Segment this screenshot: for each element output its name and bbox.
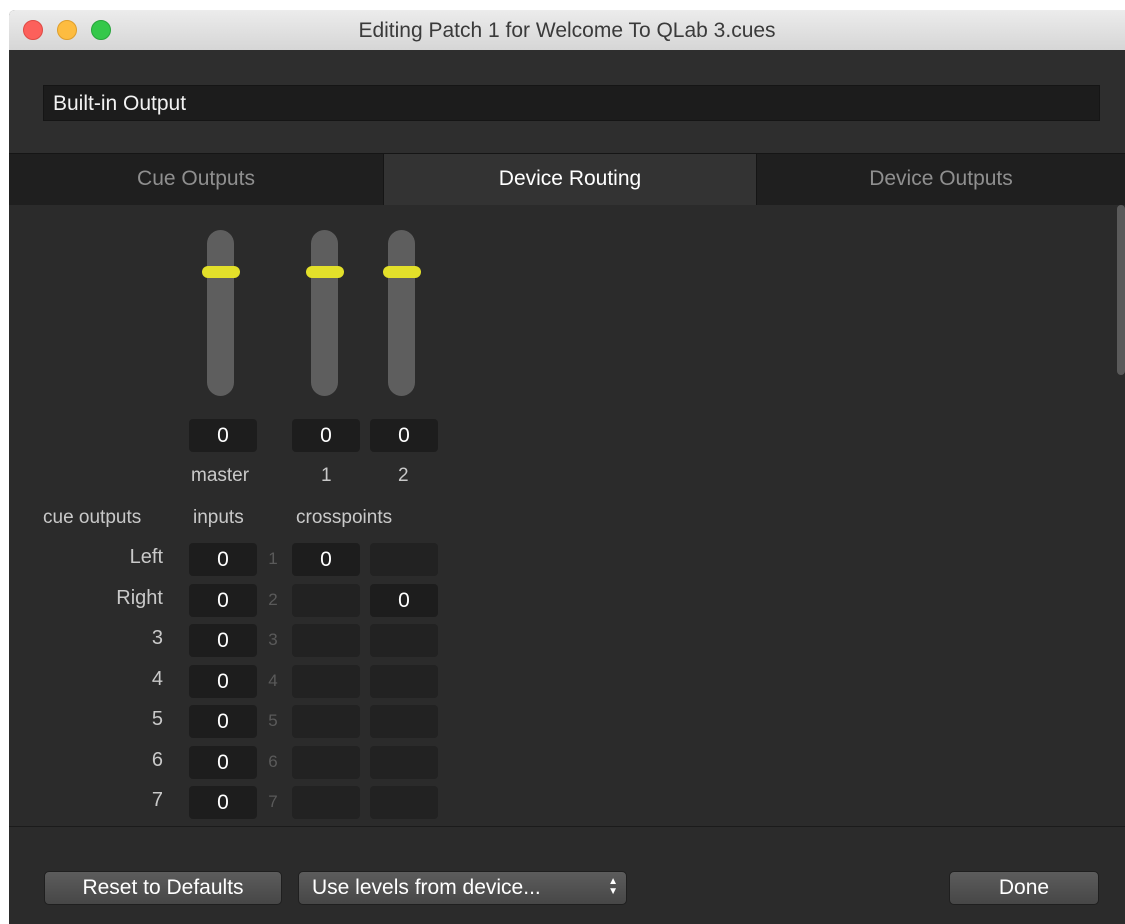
row-number: 5 xyxy=(268,711,278,730)
device-routing-panel xyxy=(9,205,1125,826)
output-1-level-slider[interactable] xyxy=(311,230,338,396)
crosspoint-cell[interactable] xyxy=(292,584,360,617)
row-number: 6 xyxy=(268,752,278,771)
crosspoint-cell[interactable] xyxy=(370,705,438,738)
row-label: 5 xyxy=(151,708,163,730)
crosspoint-cell[interactable] xyxy=(292,746,360,779)
crosspoint-cell[interactable]: 0 xyxy=(370,584,438,617)
levels-source-select[interactable]: Use levels from device... ▲ ▼ xyxy=(298,871,627,905)
output-1-slider-thumb[interactable] xyxy=(306,266,344,278)
tab-device-outputs[interactable]: Device Outputs xyxy=(757,154,1125,206)
crosspoint-cell[interactable] xyxy=(292,786,360,819)
crosspoint-cell[interactable] xyxy=(370,543,438,576)
crosspoint-cell[interactable] xyxy=(292,665,360,698)
bottom-bar: Reset to Defaults Use levels from device… xyxy=(9,826,1125,924)
patch-editor-window: Editing Patch 1 for Welcome To QLab 3.cu… xyxy=(9,10,1125,924)
input-level-field[interactable]: 0 xyxy=(189,705,257,738)
device-name-area: Built-in Output xyxy=(9,50,1125,153)
master-slider-thumb[interactable] xyxy=(202,266,240,278)
output-1-label: 1 xyxy=(321,465,332,486)
input-level-field[interactable]: 0 xyxy=(189,746,257,779)
crosspoint-cell[interactable] xyxy=(370,624,438,657)
window-title: Editing Patch 1 for Welcome To QLab 3.cu… xyxy=(358,19,776,42)
row-number: 2 xyxy=(268,590,278,609)
row-label: 4 xyxy=(151,668,163,690)
row-label: 3 xyxy=(151,627,163,649)
master-level-slider[interactable] xyxy=(207,230,234,396)
inputs-header: inputs xyxy=(193,507,244,528)
output-2-label: 2 xyxy=(398,465,409,486)
done-button[interactable]: Done xyxy=(949,871,1099,905)
output-2-level-slider[interactable] xyxy=(388,230,415,396)
input-level-field[interactable]: 0 xyxy=(189,786,257,819)
crosspoint-cell[interactable] xyxy=(292,705,360,738)
output-2-slider-thumb[interactable] xyxy=(383,266,421,278)
output-1-level-field[interactable]: 0 xyxy=(292,419,360,452)
crosspoint-cell[interactable] xyxy=(370,786,438,819)
tab-bar: Cue Outputs Device Routing Device Output… xyxy=(9,153,1125,206)
title-bar: Editing Patch 1 for Welcome To QLab 3.cu… xyxy=(9,10,1125,51)
crosspoints-header: crosspoints xyxy=(296,507,393,528)
vertical-scrollbar[interactable] xyxy=(1117,205,1125,375)
select-arrows-icon: ▲ ▼ xyxy=(608,876,618,897)
device-name-field[interactable]: Built-in Output xyxy=(43,85,1100,121)
row-label: Left xyxy=(129,546,163,568)
reset-to-defaults-button[interactable]: Reset to Defaults xyxy=(44,871,282,905)
crosspoint-cell[interactable]: 0 xyxy=(292,543,360,576)
master-label: master xyxy=(191,465,250,486)
tab-cue-outputs[interactable]: Cue Outputs xyxy=(9,154,383,206)
tab-device-routing[interactable]: Device Routing xyxy=(383,154,757,206)
master-level-field[interactable]: 0 xyxy=(189,419,257,452)
input-level-field[interactable]: 0 xyxy=(189,665,257,698)
row-label: Right xyxy=(116,587,163,609)
row-number: 1 xyxy=(268,549,278,568)
row-label: 7 xyxy=(151,789,163,811)
row-label: 6 xyxy=(151,749,163,771)
cue-outputs-header: cue outputs xyxy=(43,507,142,528)
input-level-field[interactable]: 0 xyxy=(189,543,257,576)
input-level-field[interactable]: 0 xyxy=(189,584,257,617)
crosspoint-cell[interactable] xyxy=(370,746,438,779)
output-2-level-field[interactable]: 0 xyxy=(370,419,438,452)
row-number: 4 xyxy=(268,671,278,690)
input-level-field[interactable]: 0 xyxy=(189,624,257,657)
row-number: 3 xyxy=(268,630,278,649)
row-number: 7 xyxy=(268,792,278,811)
crosspoint-cell[interactable] xyxy=(292,624,360,657)
crosspoint-cell[interactable] xyxy=(370,665,438,698)
levels-source-select-label: Use levels from device... xyxy=(312,876,541,899)
